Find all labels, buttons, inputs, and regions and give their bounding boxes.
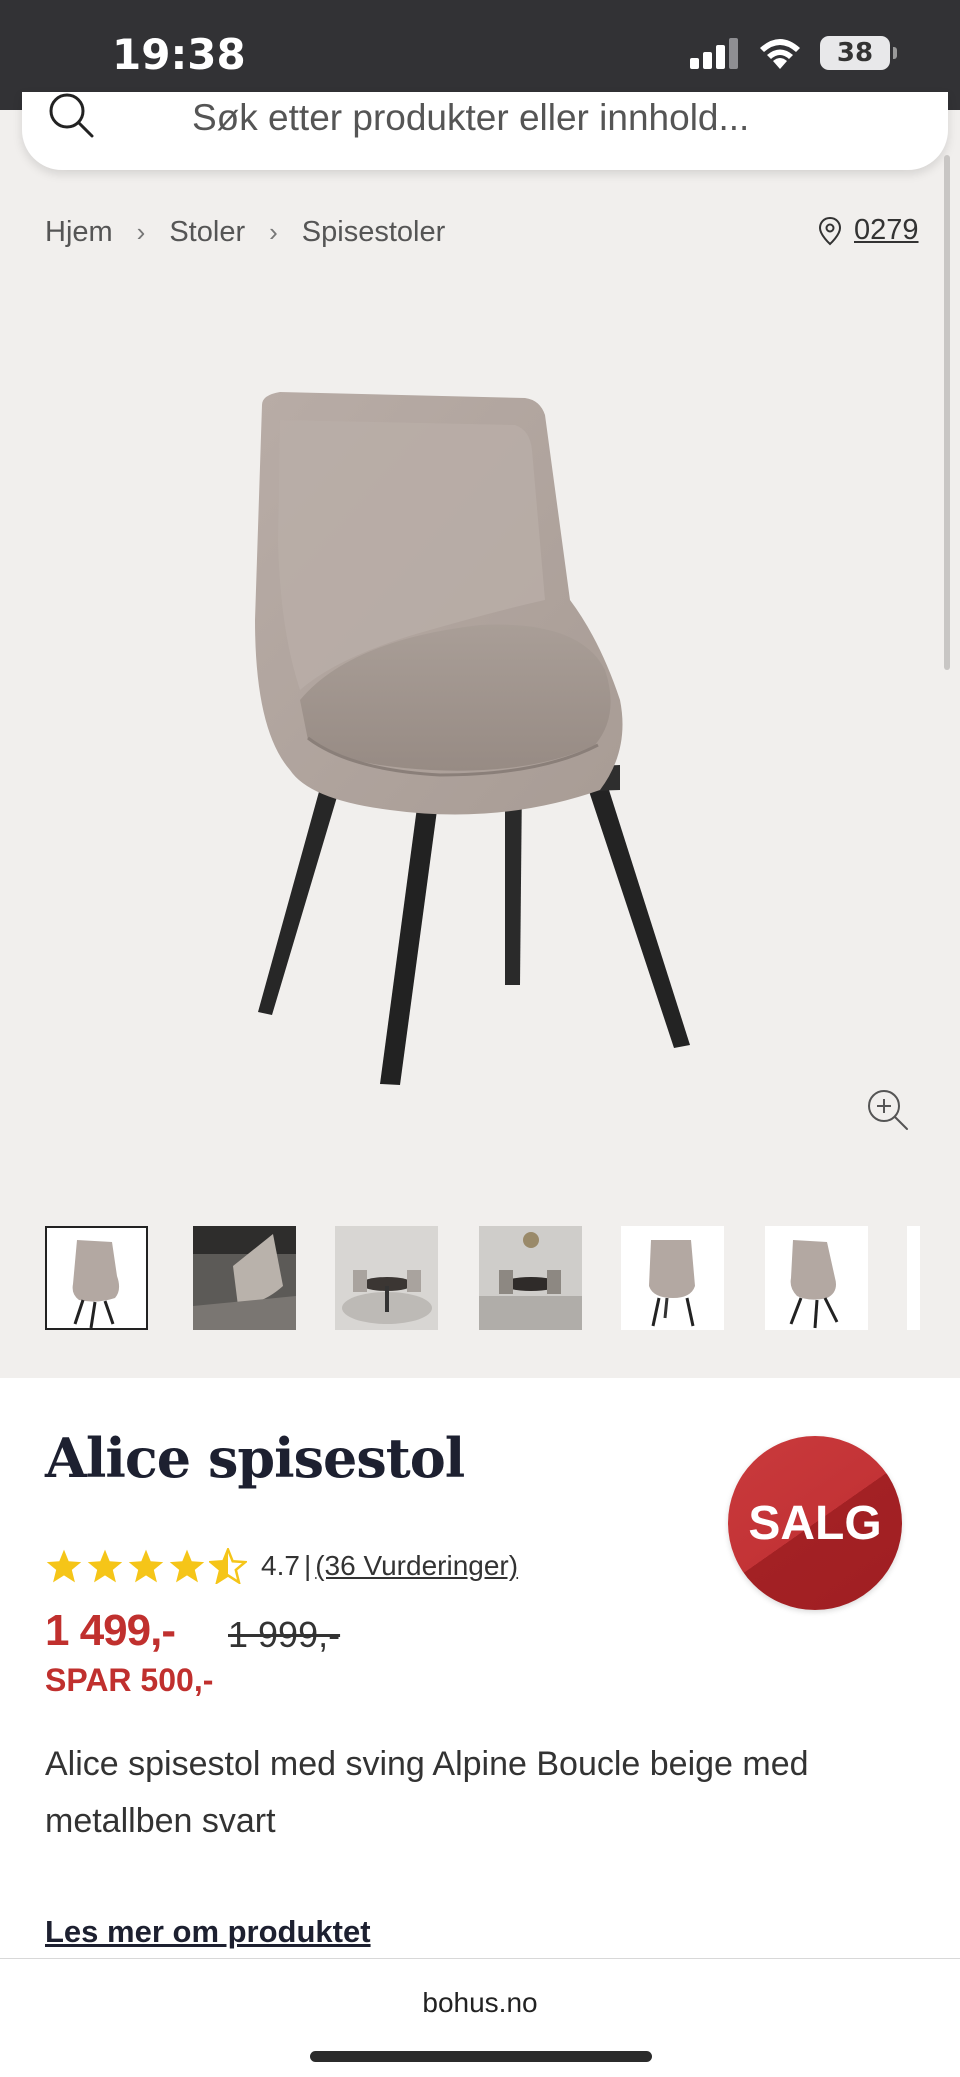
product-title: Alice spisestol [45, 1426, 465, 1490]
current-price: 1 499,- [45, 1606, 176, 1655]
star-icon [87, 1549, 123, 1583]
breadcrumb: Hjem › Stoler › Spisestoler [45, 216, 445, 249]
rating-separator: | [303, 1550, 312, 1581]
read-more-link[interactable]: Les mer om produktet [45, 1914, 371, 1950]
product-image[interactable] [200, 370, 740, 1090]
store-number[interactable]: 0279 [854, 214, 919, 247]
search-input[interactable] [192, 98, 892, 138]
product-description: Alice spisestol med sving Alpine Boucle … [45, 1745, 809, 1840]
rating-value: 4.7 [261, 1550, 300, 1581]
wifi-icon [760, 39, 800, 69]
sale-badge: SALG [728, 1436, 902, 1610]
product-info-panel: Alice spisestol SALG 4.7 | (36 Vurdering… [0, 1378, 960, 1958]
chevron-right-icon: › [136, 217, 146, 247]
half-star-icon [209, 1548, 247, 1584]
chair-side-image [789, 1240, 839, 1329]
chair-closeup-image [193, 1226, 296, 1330]
savings-label: SPAR 500,- [45, 1662, 214, 1698]
thumbnail-2[interactable] [193, 1226, 296, 1330]
breadcrumb-home[interactable]: Hjem [45, 216, 113, 249]
thumbnail-6[interactable] [765, 1226, 868, 1330]
breadcrumb-chairs[interactable]: Stoler [169, 216, 245, 249]
chair-front-image [649, 1240, 695, 1327]
thumbnail-1[interactable] [45, 1226, 148, 1330]
browser-bottom-bar: bohus.no [0, 1958, 960, 2077]
search-bar[interactable] [22, 92, 948, 170]
star-icon [46, 1549, 82, 1583]
product-rating: 4.7 | (36 Vurderinger) [45, 1548, 518, 1584]
star-icon [169, 1549, 205, 1583]
location-pin-icon [818, 216, 842, 245]
thumbnail-strip [45, 1226, 920, 1334]
zoom-in-icon[interactable] [866, 1088, 910, 1132]
dining-set-image [479, 1226, 582, 1330]
dining-room-image [335, 1226, 438, 1330]
store-selector[interactable]: 0279 [818, 214, 919, 247]
reviews-link[interactable]: (36 Vurderinger) [315, 1550, 518, 1582]
thumbnail-5[interactable] [621, 1226, 724, 1330]
scrollbar[interactable] [944, 155, 950, 670]
status-icons: 38 [690, 36, 897, 70]
thumbnail-4[interactable] [479, 1226, 582, 1330]
breadcrumb-dining-chairs[interactable]: Spisestoler [302, 216, 445, 249]
chair-thumbnail-image [72, 1240, 120, 1328]
search-icon [49, 93, 94, 138]
original-price: 1 999,- [228, 1614, 341, 1655]
thumbnail-7[interactable] [907, 1226, 920, 1330]
battery-indicator: 38 [820, 36, 897, 70]
rating-stars [45, 1548, 247, 1584]
star-icon [128, 1549, 164, 1583]
home-indicator[interactable] [310, 2051, 652, 2062]
chevron-right-icon: › [269, 217, 278, 247]
browser-domain[interactable]: bohus.no [0, 1987, 960, 2019]
signal-icon [690, 38, 738, 69]
status-time: 19:38 [112, 30, 246, 79]
thumbnail-3[interactable] [335, 1226, 438, 1330]
